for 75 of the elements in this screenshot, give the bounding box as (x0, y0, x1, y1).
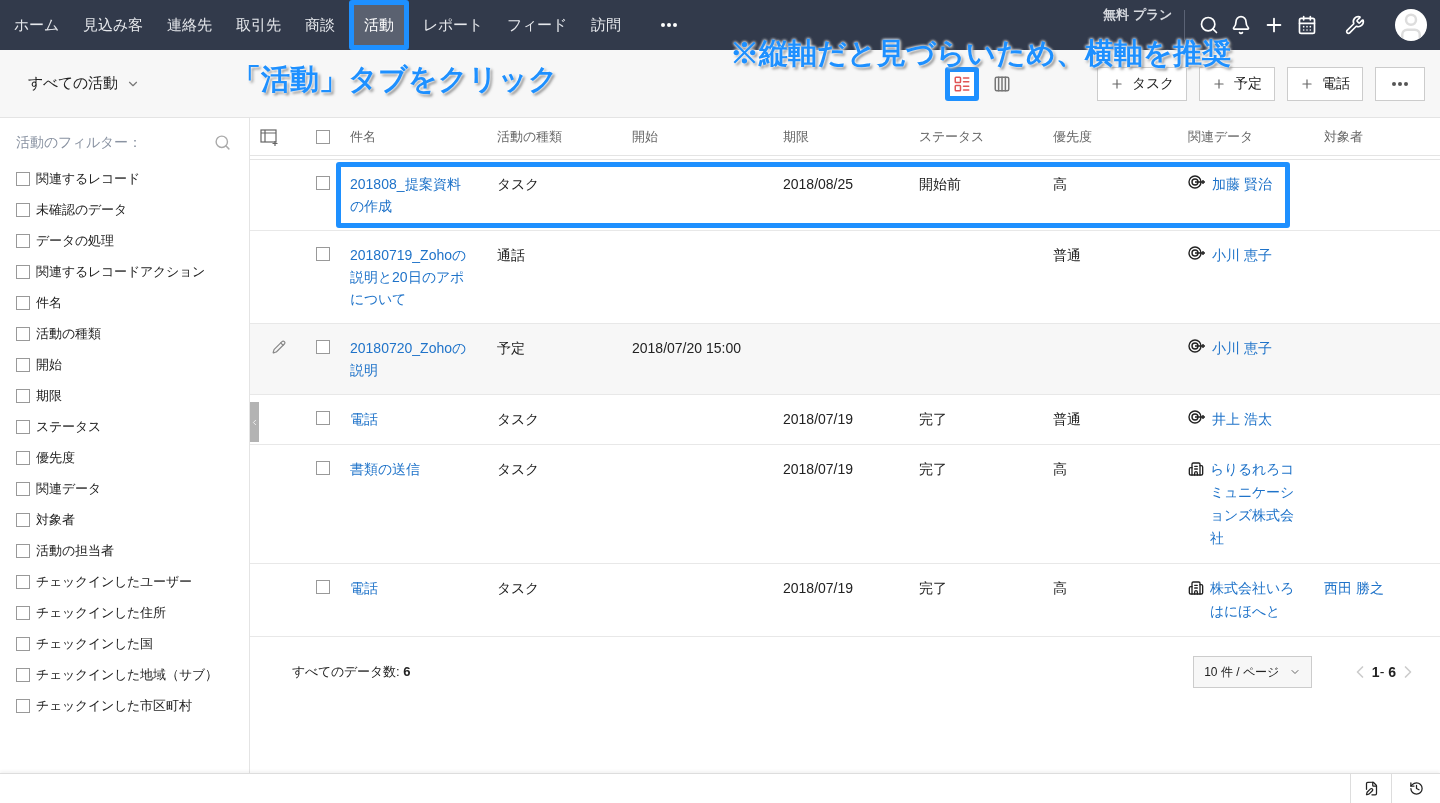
nav-tab[interactable]: 連絡先 (157, 0, 222, 50)
column-header[interactable]: 期限 (783, 126, 919, 147)
related-link[interactable]: 株式会社いろはにほへと (1210, 577, 1300, 623)
related-link[interactable]: 小川 恵子 (1212, 337, 1272, 360)
table-cell: 普通 (1053, 411, 1081, 427)
related-link[interactable]: 小川 恵子 (1212, 244, 1272, 267)
table-cell: タスク (497, 461, 539, 477)
column-header[interactable]: 関連データ (1188, 126, 1324, 147)
filter-label[interactable]: ステータス (36, 416, 101, 437)
table-cell: 2018/07/19 (783, 461, 854, 477)
page-range: 1- 6 (1371, 662, 1396, 682)
per-page-select[interactable]: 10 件 / ページ (1193, 656, 1312, 688)
filter-label[interactable]: 優先度 (36, 447, 75, 468)
nav-tab[interactable]: 商談 (295, 0, 345, 50)
filter-label[interactable]: チェックインした国 (36, 633, 153, 654)
table-cell: 通話 (497, 247, 525, 263)
table-cell: 2018/07/20 15:00 (632, 340, 741, 356)
column-header[interactable]: 活動の種類 (497, 126, 632, 147)
column-header[interactable]: 優先度 (1053, 126, 1188, 147)
table-cell: 高 (1053, 176, 1067, 192)
filter-label[interactable]: チェックインした地域（サブ） (36, 664, 218, 685)
table-cell: タスク (497, 411, 539, 427)
filter-label[interactable]: チェックインした住所 (36, 602, 166, 623)
table-cell: 2018/07/19 (783, 580, 854, 596)
column-header[interactable]: 開始 (632, 126, 783, 147)
total-count: すべてのデータ数: 6 (292, 663, 411, 682)
related-link[interactable]: 加藤 賢治 (1212, 173, 1272, 196)
filter-label[interactable]: 件名 (36, 292, 62, 313)
add-button[interactable]: 電話 (1287, 66, 1363, 101)
column-header[interactable]: 件名 (350, 126, 497, 147)
subject-link[interactable]: 電話 (350, 408, 467, 430)
table-cell: タスク (497, 176, 539, 192)
table-cell: 普通 (1053, 247, 1081, 263)
table-cell: 予定 (497, 340, 525, 356)
table-cell: 高 (1053, 580, 1067, 596)
filter-label[interactable]: 関連するレコードアクション (36, 261, 205, 282)
filter-label[interactable]: チェックインした市区町村 (36, 695, 192, 716)
table-cell: タスク (497, 580, 539, 596)
subject-link[interactable]: 20180720_Zohoの説明 (350, 337, 467, 381)
plan-label: 無料 プラン (1103, 6, 1172, 24)
table-cell: 高 (1053, 461, 1067, 477)
subject-link[interactable]: 書類の送信 (350, 458, 467, 480)
table-cell: 完了 (919, 411, 947, 427)
column-header[interactable]: 対象者 (1324, 126, 1440, 147)
subject-link[interactable]: 20180719_Zohoの説明と20日のアポについて (350, 244, 467, 310)
filter-label[interactable]: 対象者 (36, 509, 75, 530)
table-cell: 2018/08/25 (783, 176, 854, 192)
filter-label[interactable]: 期限 (36, 385, 62, 406)
table-cell: 完了 (919, 461, 947, 477)
filter-label[interactable]: チェックインしたユーザー (36, 571, 192, 592)
target-link[interactable]: 西田 勝之 (1324, 580, 1384, 596)
column-header[interactable]: ステータス (919, 126, 1053, 147)
nav-tab[interactable]: 取引先 (226, 0, 291, 50)
nav-tab[interactable]: ホーム (4, 0, 69, 50)
nav-tab[interactable]: フィード (497, 0, 577, 50)
filter-label[interactable]: 活動の種類 (36, 323, 101, 344)
related-link[interactable]: 井上 浩太 (1212, 408, 1272, 431)
nav-tab[interactable]: 活動 (349, 0, 409, 50)
filter-label[interactable]: 関連データ (36, 478, 101, 499)
subject-link[interactable]: 201808_提案資料の作成 (350, 173, 467, 217)
related-link[interactable]: らりるれろコミュニケーションズ株式会社 (1210, 458, 1300, 550)
filter-label[interactable]: 活動の担当者 (36, 540, 114, 561)
table-cell: 2018/07/19 (783, 411, 854, 427)
table-cell: 開始前 (919, 176, 961, 192)
filter-label[interactable]: 未確認のデータ (36, 199, 127, 220)
filter-title: 活動のフィルター： (16, 133, 142, 152)
filter-label[interactable]: 関連するレコード (36, 168, 140, 189)
nav-tab[interactable]: 訪問 (581, 0, 631, 50)
subject-link[interactable]: 電話 (350, 577, 467, 599)
table-cell: 完了 (919, 580, 947, 596)
annotation-text: 「活動」タブをクリック (232, 62, 558, 97)
nav-tab[interactable]: レポート (413, 0, 493, 50)
nav-tab[interactable]: 見込み客 (73, 0, 153, 50)
filter-label[interactable]: データの処理 (36, 230, 114, 251)
filter-label[interactable]: 開始 (36, 354, 62, 375)
